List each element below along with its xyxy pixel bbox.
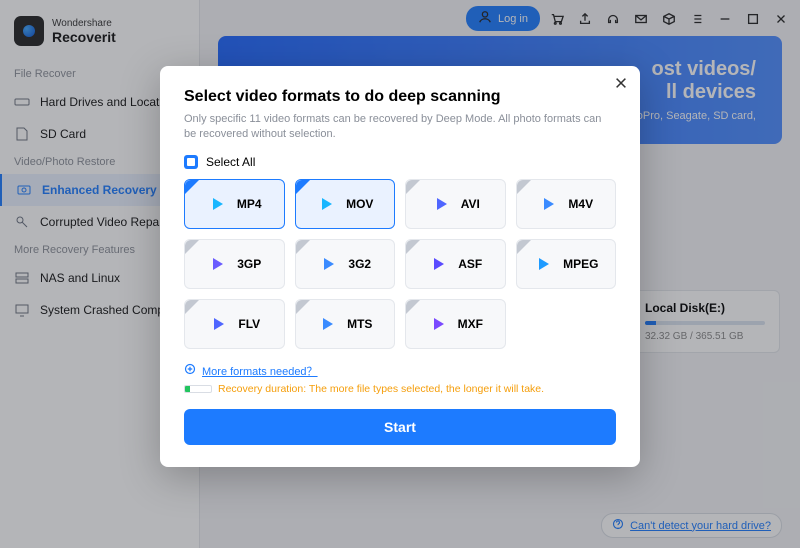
format-icon [207,253,229,275]
selection-corner-icon [185,240,199,254]
modal-title: Select video formats to do deep scanning [184,88,616,106]
modal-overlay: Select video formats to do deep scanning… [0,0,800,548]
format-label: 3GP [237,257,261,271]
format-label: MPEG [563,257,598,271]
format-option-mxf[interactable]: MXF [405,299,506,349]
format-option-3gp[interactable]: 3GP [184,239,285,289]
format-option-avi[interactable]: AVI [405,179,506,229]
format-grid: MP4 MOV AVI M4V 3GP 3G2 ASF MPEG FLV MTS MXF [184,179,616,349]
format-label: FLV [238,317,260,331]
format-icon [208,313,230,335]
format-icon [317,313,339,335]
modal-close-icon[interactable] [614,76,628,95]
format-label: AVI [461,197,480,211]
format-label: ASF [458,257,482,271]
format-icon [318,253,340,275]
more-formats-link[interactable]: More formats needed？ [184,363,616,379]
format-option-asf[interactable]: ASF [405,239,506,289]
format-icon [533,253,555,275]
format-option-mpeg[interactable]: MPEG [516,239,617,289]
format-icon [431,193,453,215]
format-label: MOV [346,197,373,211]
selection-corner-icon [406,180,420,194]
format-icon [538,193,560,215]
progress-icon [184,385,212,393]
selection-corner-icon [296,180,310,194]
format-label: MXF [458,317,483,331]
selection-corner-icon [406,240,420,254]
selection-corner-icon [296,240,310,254]
format-option-3g2[interactable]: 3G2 [295,239,396,289]
format-label: MTS [347,317,372,331]
format-option-flv[interactable]: FLV [184,299,285,349]
selection-corner-icon [185,300,199,314]
format-modal: Select video formats to do deep scanning… [160,66,640,467]
format-label: M4V [568,197,593,211]
modal-subtitle: Only specific 11 video formats can be re… [184,112,616,143]
selection-corner-icon [185,180,199,194]
format-icon [428,313,450,335]
format-option-mts[interactable]: MTS [295,299,396,349]
plus-circle-icon [184,363,196,378]
start-button[interactable]: Start [184,409,616,445]
selection-corner-icon [517,240,531,254]
format-option-mov[interactable]: MOV [295,179,396,229]
duration-note: Recovery duration: The more file types s… [184,383,616,395]
selection-corner-icon [406,300,420,314]
format-icon [428,253,450,275]
checkbox-indeterminate-icon [184,155,198,169]
format-option-m4v[interactable]: M4V [516,179,617,229]
format-icon [316,193,338,215]
format-option-mp4[interactable]: MP4 [184,179,285,229]
format-label: 3G2 [348,257,371,271]
selection-corner-icon [517,180,531,194]
selection-corner-icon [296,300,310,314]
format-label: MP4 [237,197,262,211]
format-icon [207,193,229,215]
select-all-toggle[interactable]: Select All [184,155,616,169]
